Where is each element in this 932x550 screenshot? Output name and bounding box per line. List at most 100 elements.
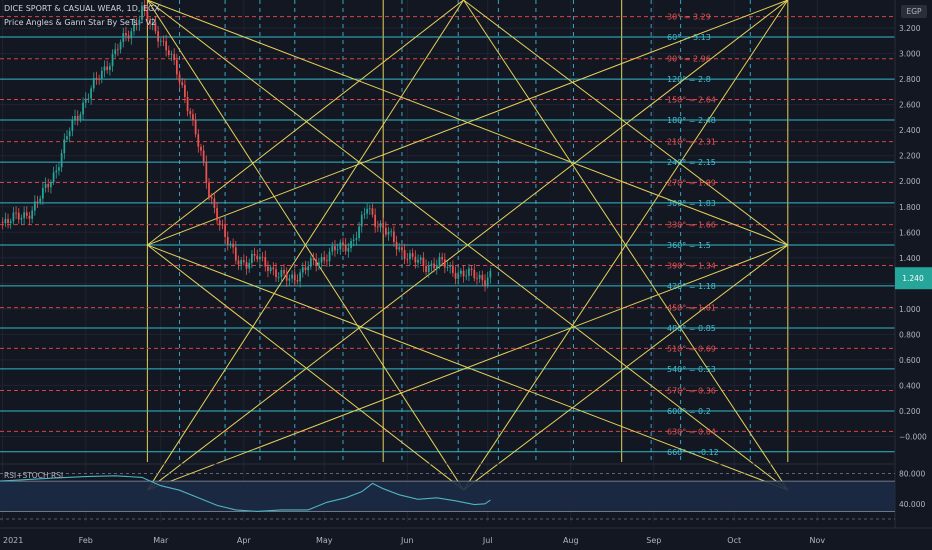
candle-up [42,187,44,199]
price-axis-tick: 2.800 [899,75,921,84]
price-level-label: 270° = 1.99 [667,179,716,188]
candle-up [111,54,114,67]
candle-down [192,114,194,120]
candle-up [350,240,352,249]
candle-up [379,223,382,228]
candle-up [159,40,162,42]
candle-down [283,269,285,274]
candle-down [395,241,398,250]
candle-down [117,49,119,51]
candle-down [106,66,109,71]
candle-down [1,222,4,224]
candle-down [293,274,296,281]
candle-down [441,256,444,260]
candle-down [264,256,267,267]
candle-up [398,247,401,250]
candle-up [31,210,34,219]
candle-down [484,280,486,286]
candle-up [366,208,368,214]
candle-up [347,248,350,252]
rsi-title: RSI+STOCH RSI [4,471,63,480]
candle-down [411,253,414,257]
last-price-label: 1.240 [902,274,924,283]
candle-down [98,78,101,80]
candle-up [20,218,23,220]
candle-up [44,183,47,188]
candle-up [92,78,95,89]
candle-up [299,272,301,282]
candle-up [60,153,63,168]
candle-down [47,183,50,188]
candle-up [82,102,84,115]
price-level-label: 120° = 2.8 [667,75,711,84]
time-axis-tick: Sep [646,536,661,545]
candle-up [435,265,438,269]
candle-down [374,214,377,227]
candle-down [224,225,226,237]
candle-down [213,198,216,208]
candle-up [457,273,460,279]
candle-up [360,214,363,227]
candle-up [355,238,358,240]
candle-up [430,263,433,267]
candle-down [218,220,221,225]
price-level-label: 180° = 2.48 [667,116,716,125]
candle-down [216,207,218,221]
chart-canvas[interactable]: 30° = 3.29 60° = 3.13 90° = 2.96 120° = 2.8… [0,0,932,550]
price-axis-tick: 1.000 [899,305,921,314]
candle-up [103,66,106,71]
candle-up [251,253,253,263]
candle-up [363,213,366,215]
candle-up [74,115,76,121]
candle-down [25,212,28,216]
candle-down [189,111,192,115]
candle-up [130,31,133,39]
candle-up [23,212,25,219]
price-level-label: 660° = -0.12 [667,448,719,457]
candle-up [427,266,430,272]
price-axis-tick: 2.400 [899,126,921,135]
price-axis-tick: 0.400 [899,381,921,390]
price-axis-tick: 0.800 [899,330,921,339]
candle-up [122,33,125,43]
candle-down [425,265,427,272]
candle-down [384,227,387,235]
candle-down [267,266,269,272]
candle-down [197,134,200,147]
time-axis-tick: Apr [237,536,252,545]
candle-down [433,263,435,269]
price-axis-tick: 1.400 [899,254,921,263]
candle-down [181,82,184,86]
candle-down [237,260,240,265]
currency-badge[interactable]: EGP [901,5,927,18]
rsi-band [0,481,895,512]
candle-down [443,259,446,268]
price-level-label: 600° = 0.2 [667,407,711,416]
candle-down [221,224,224,226]
candle-up [331,246,334,252]
candle-up [352,239,355,241]
candle-up [419,257,422,260]
price-level-label: 300° = 1.83 [667,199,716,208]
candle-down [36,201,39,203]
candle-up [170,54,173,55]
time-axis-tick: Jun [400,536,414,545]
candle-up [309,258,312,267]
candle-up [66,136,68,140]
candle-up [339,242,342,250]
candle-up [280,269,283,277]
candle-down [205,161,208,183]
candle-down [481,274,484,281]
price-level-label: 420° = 1.18 [667,282,716,291]
price-level-label: 360° = 1.5 [667,241,711,250]
candle-down [304,267,307,271]
candle-up [90,88,92,99]
candle-up [460,270,462,274]
candle-down [253,253,256,256]
price-level-label: 630° = 0.04 [667,427,716,436]
candle-down [210,196,213,199]
candle-down [285,273,288,281]
candle-up [417,259,419,263]
price-level-label: 150° = 2.64 [667,96,716,105]
candle-down [315,259,318,267]
